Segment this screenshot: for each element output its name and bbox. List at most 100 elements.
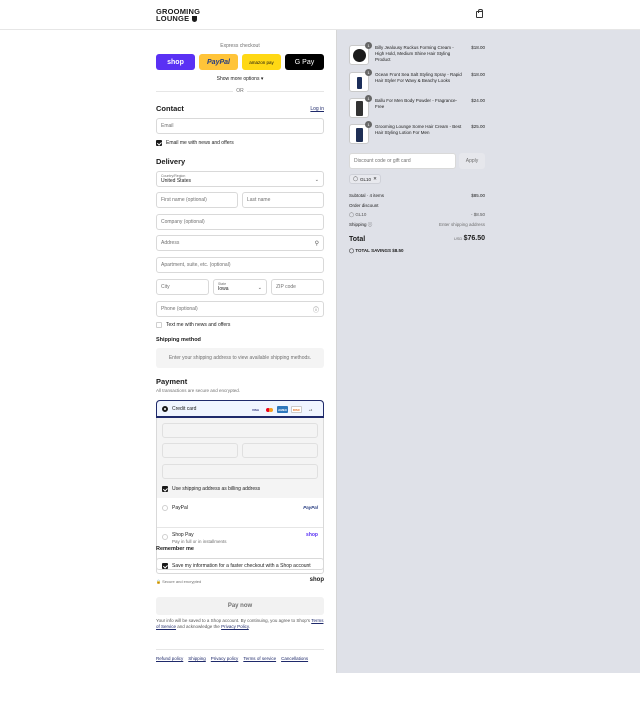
privacy-link[interactable]: Privacy Policy (221, 624, 249, 629)
tag-icon: ◯ (349, 212, 355, 217)
chevron-down-icon: ⌄ (314, 177, 319, 183)
card-expiry-field[interactable] (162, 443, 238, 458)
address-field[interactable]: ⚲ (156, 235, 324, 251)
first-name-field[interactable] (156, 192, 238, 208)
show-more-options-link[interactable]: Show more options ▾ (156, 76, 324, 82)
billing-address-checkbox[interactable] (162, 486, 168, 492)
quantity-badge: 1 (365, 42, 372, 49)
info-icon[interactable]: ⓘ (368, 222, 373, 227)
card-cvv-field[interactable] (242, 443, 318, 458)
shipping-row: Shipping ⓘ Enter shipping address (349, 222, 485, 228)
email-news-checkbox[interactable] (156, 140, 162, 146)
savings-value: $8.50 (392, 248, 404, 253)
city-field[interactable] (156, 279, 209, 295)
apartment-input[interactable] (161, 262, 319, 268)
login-link[interactable]: Log in (310, 106, 324, 112)
email-news-label: Email me with news and offers (166, 140, 234, 146)
refund-policy-link[interactable]: Refund policy (156, 656, 183, 661)
apartment-field[interactable] (156, 257, 324, 273)
divider (157, 527, 323, 528)
logo-line2: LOUNGE (156, 14, 190, 23)
or-divider: OR (156, 88, 324, 94)
google-pay-button[interactable]: G Pay (285, 54, 324, 70)
payment-options: Credit card VISA AMEX DISC +4 Use shippi… (156, 400, 324, 570)
email-input[interactable] (161, 123, 319, 129)
remove-discount-icon[interactable]: ✕ (373, 176, 377, 182)
terms-of-service-link[interactable]: Terms of service (243, 656, 276, 661)
discover-icon: DISC (291, 406, 302, 413)
cart-item: 1 Grooming Lounge Some Hair Cream - Best… (349, 121, 485, 146)
shop-logo: shop (309, 577, 324, 583)
express-checkout-title: Express checkout (220, 43, 260, 49)
address-input[interactable] (161, 240, 315, 246)
save-info-checkbox[interactable] (162, 563, 168, 569)
discount-code-input[interactable] (354, 158, 451, 164)
shipping-link[interactable]: Shipping (188, 656, 206, 661)
amex-icon: AMEX (277, 406, 288, 413)
save-info-label: Save my information for a faster checkou… (172, 563, 311, 569)
page-header: GROOMING LOUNGE (0, 0, 640, 30)
shop-pay-button[interactable]: shop (156, 54, 195, 70)
text-news-checkbox[interactable] (156, 322, 162, 328)
privacy-policy-link[interactable]: Privacy policy (211, 656, 239, 661)
credit-card-label: Credit card (172, 406, 197, 412)
credit-card-radio[interactable] (162, 406, 168, 412)
shipping-method-note: Enter your shipping address to view avai… (156, 348, 324, 368)
phone-input[interactable] (161, 306, 313, 312)
credit-card-option[interactable]: Credit card VISA AMEX DISC +4 (156, 400, 324, 418)
shop-pay-logo: shop (306, 532, 318, 538)
billing-address-label: Use shipping address as billing address (172, 486, 261, 492)
paypal-option-label[interactable]: PayPal (172, 505, 188, 511)
secure-label: Secure and encrypted (162, 579, 202, 584)
card-number-field[interactable] (162, 423, 318, 438)
subtotal-row: Subtotal · 4 items $85.00 (349, 193, 485, 198)
search-icon: ⚲ (314, 240, 319, 247)
state-select[interactable]: State Iowa ⌄ (213, 279, 267, 295)
zip-input[interactable] (276, 284, 319, 290)
chevron-down-icon: ⌄ (257, 285, 262, 291)
total-savings-row: ◯ TOTAL SAVINGS $8.50 (349, 248, 485, 254)
savings-tag-icon: ◯ (349, 248, 355, 253)
store-logo[interactable]: GROOMING LOUNGE (156, 8, 200, 23)
item-price: $18.00 (471, 45, 485, 50)
delivery-heading: Delivery (156, 157, 186, 166)
subtotal-value: $85.00 (471, 193, 485, 198)
shipping-method-heading: Shipping method (156, 337, 201, 343)
apply-discount-button: Apply (459, 153, 485, 169)
email-field[interactable] (156, 118, 324, 134)
city-input[interactable] (161, 284, 204, 290)
order-discount-row: Order discount (349, 203, 485, 208)
amazon-pay-button[interactable]: amazon pay (242, 54, 281, 70)
card-name-field[interactable] (162, 464, 318, 479)
discount-code-row: ◯ GL10 - $8.50 (349, 212, 485, 218)
cart-item: 1 Billy Jealousy Ruckus Forming Cream - … (349, 42, 485, 67)
last-name-input[interactable] (247, 197, 319, 203)
company-input[interactable] (161, 219, 319, 225)
item-name: Billy Jealousy Ruckus Forming Cream - Hi… (375, 45, 454, 62)
cart-item: 1 Ballu For Men Body Powder - Fragrance-… (349, 95, 485, 120)
first-name-input[interactable] (161, 197, 233, 203)
savings-label: TOTAL SAVINGS (355, 248, 391, 253)
company-field[interactable] (156, 214, 324, 230)
mastercard-icon (264, 406, 275, 413)
zip-field[interactable] (271, 279, 324, 295)
state-value: Iowa (218, 286, 229, 292)
total-row: Total USD $76.50 (349, 235, 485, 243)
payment-subtitle: All transactions are secure and encrypte… (156, 388, 241, 393)
paypal-button[interactable]: PayPal (199, 54, 238, 70)
visa-icon: VISA (251, 407, 259, 412)
shipping-label: Shipping (349, 222, 367, 227)
pay-now-button[interactable]: Pay now (156, 597, 324, 615)
cart-bag-icon[interactable] (476, 9, 483, 18)
shop-pay-radio[interactable] (162, 534, 168, 540)
discount-code-field[interactable] (349, 153, 456, 169)
paypal-radio[interactable] (162, 505, 168, 511)
phone-field[interactable]: ⓘ (156, 301, 324, 317)
cancellations-link[interactable]: Cancellations (281, 656, 308, 661)
shield-icon (191, 16, 197, 22)
payment-heading: Payment (156, 377, 188, 386)
shop-pay-option-label[interactable]: Shop Pay (172, 532, 194, 538)
help-icon[interactable]: ⓘ (313, 305, 319, 314)
country-select[interactable]: Country/Region United States ⌄ (156, 171, 324, 187)
last-name-field[interactable] (242, 192, 324, 208)
